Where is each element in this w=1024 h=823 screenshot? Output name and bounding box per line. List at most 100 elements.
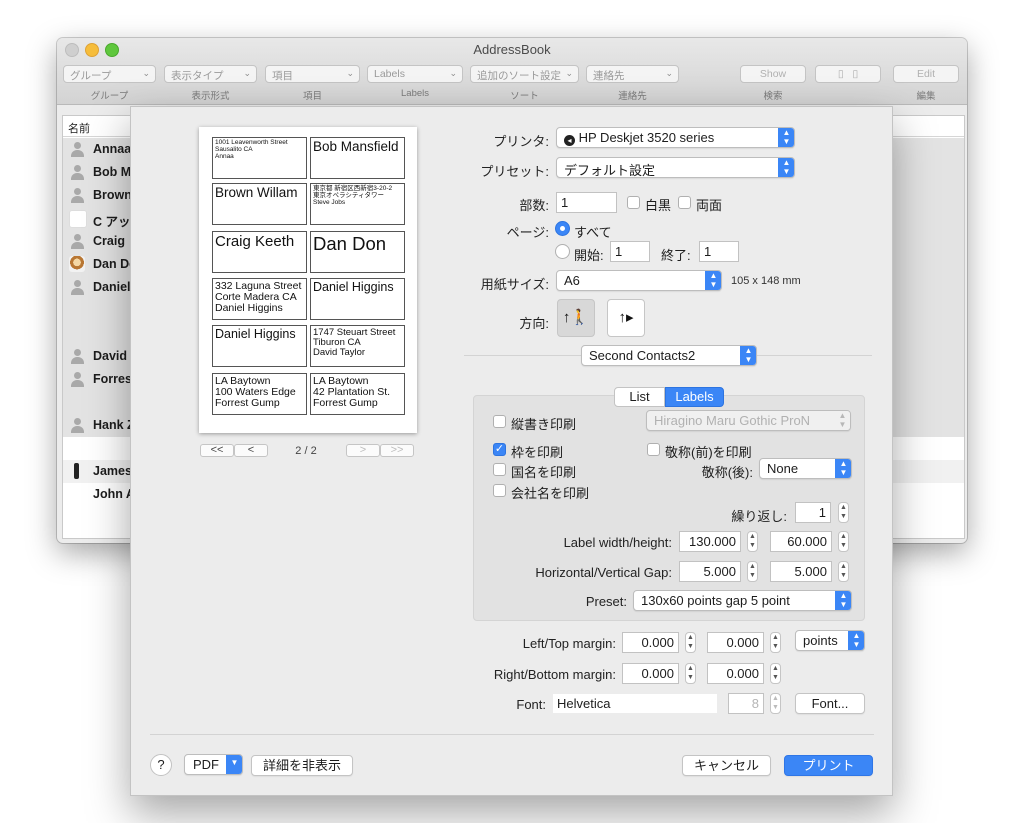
left-margin-stepper[interactable]: ▲ ▼ (685, 632, 696, 653)
person-icon (71, 418, 84, 433)
person-icon (71, 234, 84, 249)
honorific-suffix-popup[interactable]: None ▲ ▼ (759, 458, 852, 479)
tab-list[interactable]: List (614, 387, 665, 407)
toolbar-label-group: グループ (90, 91, 129, 102)
left-margin-field[interactable]: 0.000 (622, 632, 679, 653)
label-font-value: Hiragino Maru Gothic ProN (654, 413, 811, 428)
person-icon (71, 280, 84, 295)
right-margin-field[interactable]: 0.000 (622, 663, 679, 684)
pages-all-radio[interactable] (555, 221, 570, 236)
to-label: 終了: (661, 248, 691, 263)
printer-label: プリンタ: (493, 134, 549, 149)
from-page-field[interactable]: 1 (610, 241, 650, 262)
to-page-field[interactable]: 1 (699, 241, 739, 262)
preset-popup[interactable]: デフォルト設定 ▲ ▼ (556, 157, 795, 178)
label-preset-popup[interactable]: 130x60 points gap 5 point ▲ ▼ (633, 590, 852, 611)
row-name: David (93, 349, 128, 363)
top-margin-stepper[interactable]: ▲ ▼ (770, 632, 781, 653)
vertical-print-label: 縦書き印刷 (511, 417, 577, 432)
help-button[interactable]: ? (150, 754, 172, 776)
contacts-popup[interactable]: 連絡先 ⌄ (586, 65, 679, 83)
next-page-button[interactable]: > (346, 444, 380, 457)
pages-range-radio[interactable] (555, 244, 570, 259)
printer-popup[interactable]: ◂ HP Deskjet 3520 series ▲ ▼ (556, 127, 795, 148)
label-font-popup[interactable]: Hiragino Maru Gothic ProN ▲ ▼ (646, 410, 851, 431)
print-border-checkbox[interactable]: ✓ (493, 443, 506, 456)
hide-details-button[interactable]: 詳細を非表示 (251, 755, 353, 776)
view-toggle-segmented[interactable]: ▯ ▯ (815, 65, 881, 83)
label-height-field[interactable]: 60.000 (770, 531, 832, 552)
font-name-field[interactable]: Helvetica (552, 693, 718, 714)
duplex-checkbox[interactable] (678, 196, 691, 209)
repeat-label: 繰り返し: (731, 509, 787, 524)
label-height-stepper[interactable]: ▲ ▼ (838, 531, 849, 552)
landscape-orientation-button[interactable]: ↑▸ (607, 299, 645, 337)
person-silhouette-icon (74, 463, 79, 479)
duplex-label: 両面 (696, 198, 723, 213)
preset-label: プリセット: (480, 164, 549, 179)
toolbar-label-edit: 編集 (916, 91, 936, 102)
repeat-field[interactable]: 1 (795, 502, 831, 523)
preview-label: LA Baytown 100 Waters Edge Forrest Gump (212, 373, 307, 415)
label-width-field[interactable]: 130.000 (679, 531, 741, 552)
preview-label: Daniel Higgins (310, 278, 405, 320)
contacts-group-value: Second Contacts2 (589, 348, 696, 363)
previous-page-button[interactable]: < (234, 444, 268, 457)
updown-arrows-icon: ▲ ▼ (834, 411, 850, 430)
contacts-group-popup[interactable]: Second Contacts2 ▲ ▼ (581, 345, 757, 366)
bottom-margin-field[interactable]: 0.000 (707, 663, 764, 684)
font-size-stepper[interactable]: ▲ ▼ (770, 693, 781, 714)
pdf-menu-button[interactable]: PDF ▼ (184, 754, 243, 775)
print-button[interactable]: プリント (784, 755, 873, 776)
show-button[interactable]: Show (740, 65, 806, 83)
sort-popup-value: 追加のソート設定 (477, 70, 561, 82)
print-dialog: 1001 Leavenworth Street Sausalito CA Annaa… (130, 106, 893, 796)
field-popup[interactable]: 項目 ⌄ (265, 65, 360, 83)
font-label: Font: (516, 697, 546, 712)
label-line: Daniel Higgins (215, 302, 283, 315)
copies-field[interactable]: 1 (556, 192, 617, 213)
repeat-stepper[interactable]: ▲ ▼ (838, 502, 849, 523)
honorific-prefix-checkbox[interactable] (647, 443, 660, 456)
font-chooser-button[interactable]: Font... (795, 693, 865, 714)
labels-popup[interactable]: Labels ⌄ (367, 65, 463, 83)
print-company-checkbox[interactable] (493, 484, 506, 497)
contact-photo-icon (69, 256, 85, 272)
black-white-checkbox[interactable] (627, 196, 640, 209)
preview-label: 1747 Steuart Street Tiburon CA David Taylo… (310, 325, 405, 367)
group-popup[interactable]: グループ ⌄ (63, 65, 156, 83)
separator (150, 734, 874, 735)
tab-labels[interactable]: Labels (665, 387, 724, 407)
horizontal-gap-stepper[interactable]: ▲ ▼ (747, 561, 758, 582)
label-width-stepper[interactable]: ▲ ▼ (747, 531, 758, 552)
print-country-checkbox[interactable] (493, 463, 506, 476)
margin-unit-popup[interactable]: points ▲ ▼ (795, 630, 865, 651)
first-page-button[interactable]: << (200, 444, 234, 457)
chevron-down-icon: ⌄ (565, 68, 573, 78)
vertical-gap-field[interactable]: 5.000 (770, 561, 832, 582)
bottom-margin-stepper[interactable]: ▲ ▼ (770, 663, 781, 684)
label-line: Brown Willam (215, 185, 298, 200)
vertical-print-checkbox[interactable] (493, 415, 506, 428)
right-bottom-margin-label: Right/Bottom margin: (493, 667, 616, 682)
last-page-button[interactable]: >> (380, 444, 414, 457)
pages-label: ページ: (506, 225, 549, 240)
display-type-popup[interactable]: 表示タイプ ⌄ (164, 65, 257, 83)
window-title: AddressBook (473, 42, 551, 57)
row-name: Craig (93, 234, 125, 248)
font-size-field[interactable]: 8 (728, 693, 764, 714)
updown-arrows-icon: ▲ ▼ (778, 158, 794, 177)
contacts-popup-value: 連絡先 (593, 70, 625, 82)
portrait-orientation-button[interactable]: ↑🚶 (557, 299, 595, 337)
horizontal-gap-field[interactable]: 5.000 (679, 561, 741, 582)
paper-size-popup[interactable]: A6 ▲ ▼ (556, 270, 722, 291)
top-margin-field[interactable]: 0.000 (707, 632, 764, 653)
cancel-button[interactable]: キャンセル (682, 755, 771, 776)
sort-popup[interactable]: 追加のソート設定 ⌄ (470, 65, 579, 83)
vertical-gap-stepper[interactable]: ▲ ▼ (838, 561, 849, 582)
label-line: Annaa (215, 152, 234, 160)
chevron-down-icon: ⌄ (142, 68, 150, 78)
portrait-icon: ↑🚶 (562, 309, 590, 326)
right-margin-stepper[interactable]: ▲ ▼ (685, 663, 696, 684)
edit-button[interactable]: Edit (893, 65, 959, 83)
